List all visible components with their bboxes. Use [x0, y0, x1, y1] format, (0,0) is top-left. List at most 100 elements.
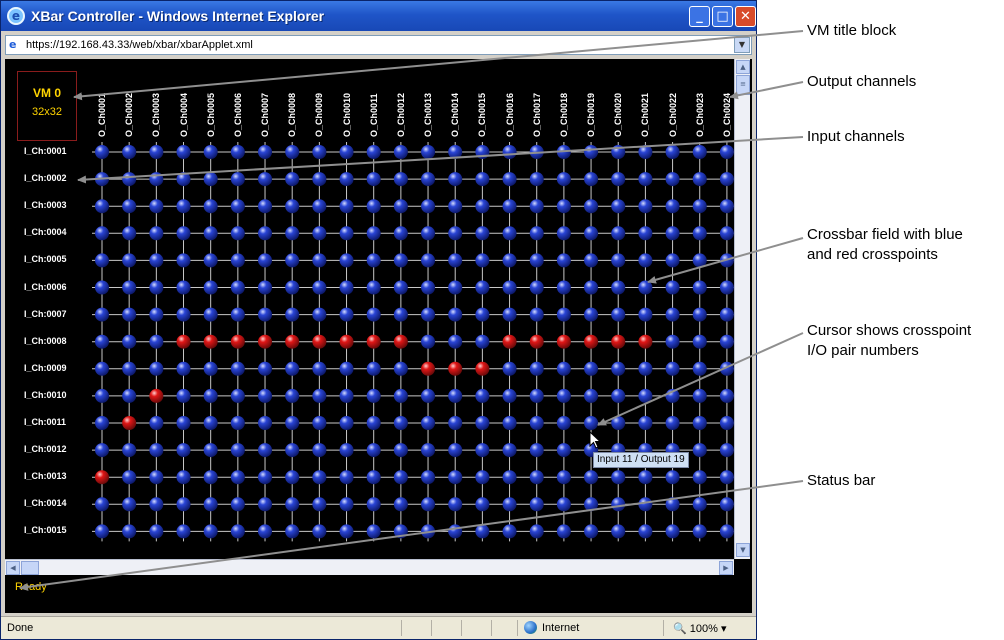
- title-bar[interactable]: e XBar Controller - Windows Internet Exp…: [1, 1, 756, 31]
- crosspoint-blue[interactable]: [230, 199, 245, 214]
- crosspoint-blue[interactable]: [475, 524, 490, 539]
- crosspoint-blue[interactable]: [230, 280, 245, 295]
- crosspoint-blue[interactable]: [719, 280, 734, 295]
- crosspoint-blue[interactable]: [692, 416, 707, 430]
- crosspoint-blue[interactable]: [719, 172, 734, 187]
- crosspoint-blue[interactable]: [122, 145, 137, 159]
- crosspoint-blue[interactable]: [95, 497, 109, 512]
- crosspoint-blue[interactable]: [529, 361, 544, 376]
- crosspoint-red[interactable]: [611, 334, 626, 349]
- crosspoint-blue[interactable]: [339, 253, 354, 268]
- crosspoint-blue[interactable]: [584, 388, 599, 403]
- crosspoint-blue[interactable]: [285, 307, 300, 322]
- crosspoint-blue[interactable]: [584, 307, 599, 322]
- crosspoint-blue[interactable]: [312, 443, 327, 458]
- crosspoint-blue[interactable]: [502, 226, 517, 241]
- crosspoint-blue[interactable]: [692, 443, 707, 458]
- crosspoint-blue[interactable]: [258, 416, 273, 430]
- crosspoint-blue[interactable]: [366, 145, 381, 159]
- crosspoint-blue[interactable]: [692, 524, 707, 539]
- crosspoint-blue[interactable]: [312, 226, 327, 241]
- crosspoint-blue[interactable]: [584, 199, 599, 214]
- crosspoint-blue[interactable]: [230, 361, 245, 376]
- crosspoint-blue[interactable]: [339, 443, 354, 458]
- crosspoint-blue[interactable]: [203, 226, 218, 241]
- crosspoint-blue[interactable]: [366, 226, 381, 241]
- crosspoint-blue[interactable]: [502, 253, 517, 268]
- crosspoint-blue[interactable]: [122, 334, 137, 349]
- crosspoint-blue[interactable]: [393, 280, 408, 295]
- crosspoint-blue[interactable]: [692, 307, 707, 322]
- crosspoint-blue[interactable]: [203, 199, 218, 214]
- crosspoint-blue[interactable]: [638, 497, 653, 512]
- crosspoint-blue[interactable]: [611, 307, 626, 322]
- crosspoint-blue[interactable]: [665, 388, 680, 403]
- crosspoint-blue[interactable]: [393, 497, 408, 512]
- crosspoint-blue[interactable]: [502, 416, 517, 430]
- crosspoint-blue[interactable]: [638, 524, 653, 539]
- crosspoint-blue[interactable]: [285, 361, 300, 376]
- crosspoint-blue[interactable]: [393, 307, 408, 322]
- crosspoint-red[interactable]: [421, 361, 436, 376]
- crosspoint-blue[interactable]: [258, 253, 273, 268]
- crosspoint-blue[interactable]: [719, 361, 734, 376]
- crosspoint-blue[interactable]: [638, 145, 653, 159]
- crosspoint-blue[interactable]: [475, 172, 490, 187]
- crosspoint-blue[interactable]: [176, 172, 191, 187]
- crosspoint-blue[interactable]: [665, 361, 680, 376]
- crosspoint-blue[interactable]: [393, 524, 408, 539]
- zoom-level[interactable]: 🔍 100% ▾: [673, 622, 726, 635]
- crosspoint-blue[interactable]: [556, 145, 571, 159]
- crosspoint-red[interactable]: [312, 334, 327, 349]
- crosspoint-red[interactable]: [339, 334, 354, 349]
- crosspoint-blue[interactable]: [258, 172, 273, 187]
- crosspoint-blue[interactable]: [584, 497, 599, 512]
- crosspoint-blue[interactable]: [230, 226, 245, 241]
- crosspoint-blue[interactable]: [475, 145, 490, 159]
- crosspoint-red[interactable]: [149, 388, 164, 403]
- crosspoint-blue[interactable]: [556, 280, 571, 295]
- crosspoint-blue[interactable]: [95, 199, 109, 214]
- crosspoint-blue[interactable]: [611, 524, 626, 539]
- crosspoint-blue[interactable]: [176, 280, 191, 295]
- crosspoint-blue[interactable]: [665, 307, 680, 322]
- crosspoint-blue[interactable]: [95, 388, 109, 403]
- crosspoint-blue[interactable]: [258, 280, 273, 295]
- crosspoint-blue[interactable]: [149, 361, 164, 376]
- crosspoint-blue[interactable]: [638, 280, 653, 295]
- crosspoint-blue[interactable]: [203, 524, 218, 539]
- crosspoint-blue[interactable]: [285, 280, 300, 295]
- crosspoint-blue[interactable]: [149, 443, 164, 458]
- crosspoint-blue[interactable]: [719, 307, 734, 322]
- crosspoint-blue[interactable]: [366, 307, 381, 322]
- crosspoint-blue[interactable]: [203, 470, 218, 485]
- crosspoint-blue[interactable]: [611, 416, 626, 430]
- crosspoint-blue[interactable]: [611, 145, 626, 159]
- crosspoint-blue[interactable]: [692, 470, 707, 485]
- crosspoint-blue[interactable]: [529, 253, 544, 268]
- crosspoint-blue[interactable]: [692, 334, 707, 349]
- crosspoint-red[interactable]: [122, 416, 137, 430]
- crosspoint-blue[interactable]: [339, 388, 354, 403]
- crosspoint-blue[interactable]: [366, 497, 381, 512]
- scroll-thumb[interactable]: ≡: [736, 75, 750, 95]
- crosspoint-blue[interactable]: [203, 253, 218, 268]
- crosspoint-blue[interactable]: [393, 145, 408, 159]
- crosspoint-blue[interactable]: [122, 253, 137, 268]
- crosspoint-blue[interactable]: [149, 226, 164, 241]
- crosspoint-blue[interactable]: [339, 226, 354, 241]
- crosspoint-blue[interactable]: [149, 497, 164, 512]
- crosspoint-blue[interactable]: [719, 470, 734, 485]
- crosspoint-blue[interactable]: [258, 145, 273, 159]
- minimize-icon[interactable]: _: [689, 6, 710, 27]
- crosspoint-blue[interactable]: [448, 497, 463, 512]
- crosspoint-blue[interactable]: [312, 388, 327, 403]
- crosspoint-blue[interactable]: [421, 172, 436, 187]
- crosspoint-blue[interactable]: [638, 388, 653, 403]
- crosspoint-blue[interactable]: [556, 253, 571, 268]
- crosspoint-blue[interactable]: [448, 145, 463, 159]
- crosspoint-blue[interactable]: [230, 470, 245, 485]
- crosspoint-blue[interactable]: [149, 416, 164, 430]
- crosspoint-blue[interactable]: [448, 280, 463, 295]
- crosspoint-blue[interactable]: [448, 199, 463, 214]
